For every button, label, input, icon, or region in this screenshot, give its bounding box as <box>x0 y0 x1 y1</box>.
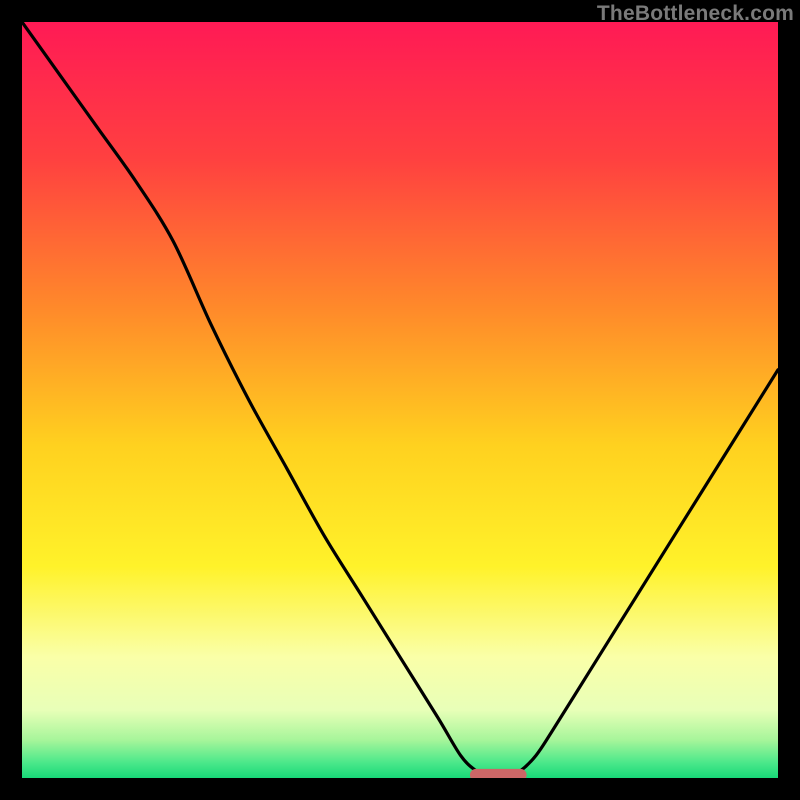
gradient-background <box>22 22 778 778</box>
optimal-marker <box>470 769 527 778</box>
plot-area <box>22 22 778 778</box>
chart-svg <box>22 22 778 778</box>
chart-frame: TheBottleneck.com <box>0 0 800 800</box>
attribution-text: TheBottleneck.com <box>597 2 794 26</box>
